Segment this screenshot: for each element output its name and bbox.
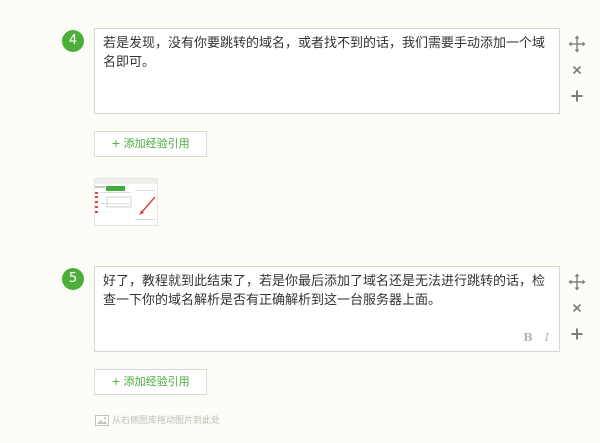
delete-icon[interactable]	[567, 298, 587, 318]
move-icon[interactable]	[567, 34, 587, 54]
step-text: 若是发现，没有你要跳转的域名，或者找不到的话，我们需要手动添加一个域名即可。	[103, 36, 546, 70]
italic-button[interactable]: I	[545, 331, 549, 344]
add-icon[interactable]	[567, 324, 587, 344]
delete-icon[interactable]	[567, 60, 587, 80]
step-text-box[interactable]: 好了，教程就到此结束了，若是你最后添加了域名还是无法进行跳转的话，检查一下你的域…	[94, 266, 560, 352]
add-experience-cite-button[interactable]: + 添加经验引用	[94, 131, 207, 157]
step-tools	[567, 272, 587, 350]
add-cite-label: 添加经验引用	[123, 375, 190, 388]
bold-button[interactable]: B	[523, 331, 532, 344]
step-tools	[567, 34, 587, 112]
image-drop-hint[interactable]: 从右侧图库拖动图片到此处	[95, 414, 220, 428]
editor-page: 4 若是发现，没有你要跳转的域名，或者找不到的话，我们需要手动添加一个域名即可。	[0, 0, 600, 443]
move-icon[interactable]	[567, 272, 587, 292]
add-experience-cite-button[interactable]: + 添加经验引用	[94, 369, 207, 395]
upload-hint-text: 从右侧图库拖动图片到此处	[112, 416, 221, 426]
step-text-box[interactable]: 若是发现，没有你要跳转的域名，或者找不到的话，我们需要手动添加一个域名即可。	[94, 28, 560, 114]
step-number-badge: 5	[62, 268, 84, 290]
format-toolbar: BI	[511, 328, 549, 347]
plus-icon: +	[111, 137, 121, 150]
image-icon	[95, 415, 109, 426]
step-number-badge: 4	[62, 30, 84, 52]
add-cite-label: 添加经验引用	[123, 137, 190, 150]
plus-icon: +	[111, 375, 121, 388]
step-text: 好了，教程就到此结束了，若是你最后添加了域名还是无法进行跳转的话，检查一下你的域…	[103, 274, 546, 308]
step-image-thumbnail[interactable]	[94, 178, 158, 226]
add-icon[interactable]	[567, 86, 587, 106]
